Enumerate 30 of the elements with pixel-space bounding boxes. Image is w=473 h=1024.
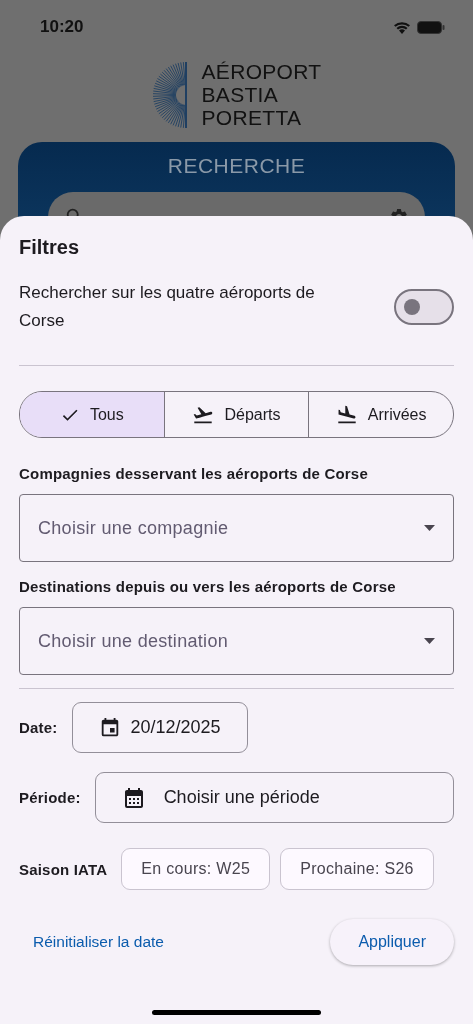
- dropdown-label: Destinations depuis ou vers les aéroports de Corse: [19, 578, 397, 595]
- apply-button[interactable]: Appliquer: [330, 919, 454, 965]
- season-label: Saison IATA: [19, 860, 108, 878]
- select-field[interactable]: Choisir une destination: [19, 607, 454, 675]
- season-chip: En cours: W25: [121, 848, 271, 890]
- logo-text: AÉROPORT: [201, 60, 322, 83]
- toggle-label: Rechercher sur les quatre aéroports de Corse: [19, 282, 316, 332]
- status-time: 10:20: [40, 17, 84, 37]
- period-button[interactable]: Choisir une période: [94, 772, 454, 823]
- card-title: RECHERCHE: [167, 154, 306, 178]
- logo-text: PORETTA: [201, 106, 303, 129]
- segment-tab[interactable]: Départs: [163, 392, 309, 437]
- dropdown-caret-icon: [424, 525, 435, 531]
- logo-text: BASTIA: [201, 83, 280, 106]
- battery-icon: [417, 20, 445, 34]
- landing-icon: [335, 403, 358, 426]
- segment-tab[interactable]: Arrivées: [308, 392, 453, 437]
- dropdown-caret-icon: [424, 638, 435, 644]
- date-label: Date:: [19, 719, 58, 736]
- select-field[interactable]: Choisir une compagnie: [19, 494, 454, 562]
- dropdown-label: Compagnies desservant les aéroports de Corse: [19, 465, 369, 482]
- period-label: Période:: [19, 789, 81, 806]
- reset-date-button[interactable]: Réinitialiser la date: [33, 933, 164, 951]
- season-chip: Prochaine: S26: [280, 848, 434, 890]
- toggle-switch[interactable]: [394, 289, 454, 325]
- date-button[interactable]: 20/12/2025: [71, 702, 248, 753]
- wifi-icon: [393, 20, 411, 34]
- sunburst-logo-icon: [151, 60, 188, 129]
- segment-tab[interactable]: Tous: [20, 392, 164, 437]
- sheet-title: Filtres: [19, 236, 81, 259]
